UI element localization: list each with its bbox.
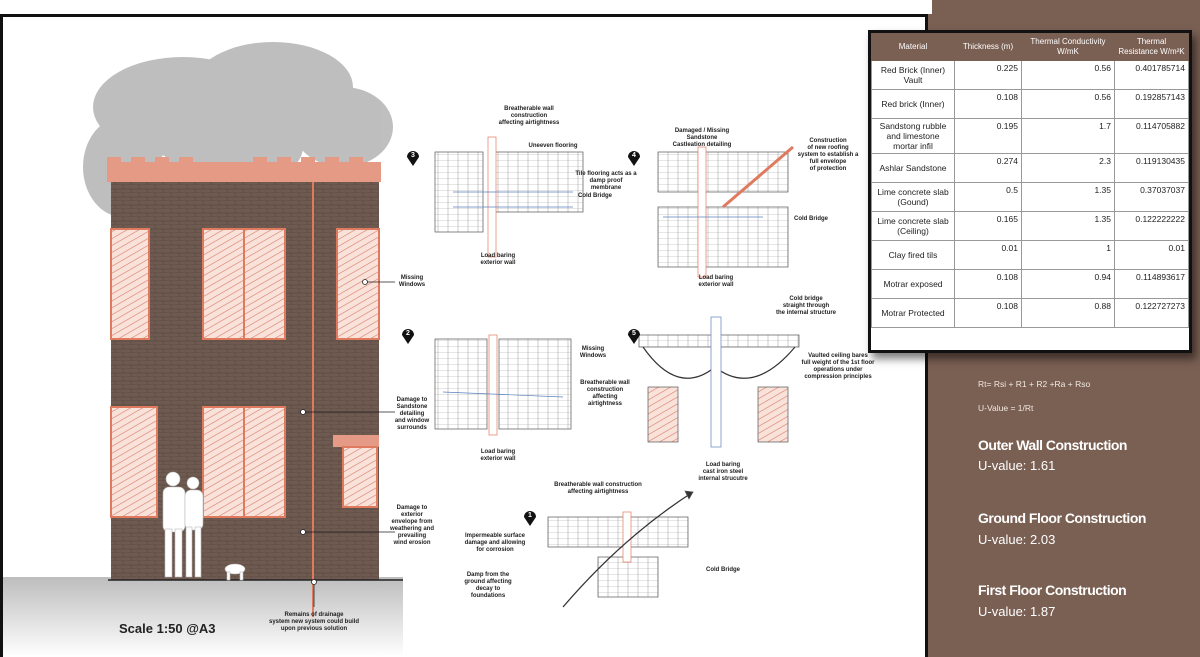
cell-material: Clay fired tils — [871, 240, 955, 270]
table-row: Clay fired tils 0.01 1 0.01 — [871, 240, 1189, 270]
building-elevation — [107, 157, 403, 617]
d2-missing: Missing Windows — [579, 346, 607, 359]
cell-thickness: 0.108 — [954, 298, 1022, 328]
cell-material: Motrar Protected — [871, 298, 955, 328]
formula-rt: Rt= Rsi + R1 + R2 +Ra + Rso — [978, 379, 1091, 389]
thermal-table: Material Thickness (m) Thermal Conductiv… — [868, 30, 1192, 353]
outer-wall-title: Outer Wall Construction — [978, 437, 1127, 453]
d1-breathable: Breatherable wall construction affecting… — [554, 482, 642, 495]
cell-resistance: 0.401785714 — [1114, 60, 1189, 90]
drawing-sheet: 3 4 2 5 1 Missing Windows Damage to Sand… — [0, 14, 928, 657]
th-material: Material — [871, 33, 955, 61]
marker-4-label: 4 — [632, 152, 636, 159]
d3-tile: Tile flooring acts as a damp proof membr… — [575, 171, 637, 191]
d4-damaged: Damaged / Missing Sandstone Castleation … — [672, 128, 732, 148]
cell-material: Lime concrete slab (Ceiling) — [871, 211, 955, 241]
callout-damage-envelope: Damage to exterior envelope from weather… — [389, 505, 434, 546]
detail-1-drawing — [547, 490, 694, 608]
d3-uneven: Uneeven flooring — [528, 143, 578, 149]
marker-1-label: 1 — [528, 512, 532, 519]
cell-resistance: 0.122727273 — [1114, 298, 1189, 328]
cell-material: Sandstong rubble and limestone mortar in… — [871, 118, 955, 154]
cell-thickness: 0.274 — [954, 153, 1022, 183]
materials-table: Material Thickness (m) Thermal Conductiv… — [871, 33, 1189, 328]
cell-resistance: 0.192857143 — [1114, 89, 1189, 119]
cell-thickness: 0.108 — [954, 269, 1022, 299]
table-row: Sandstong rubble and limestone mortar in… — [871, 118, 1189, 154]
d3-load: Load baring exterior wall — [480, 253, 516, 266]
cell-conductivity: 1.7 — [1021, 118, 1115, 154]
cell-thickness: 0.5 — [954, 182, 1022, 212]
table-row: Motrar Protected 0.108 0.88 0.122727273 — [871, 298, 1189, 328]
cell-conductivity: 0.88 — [1021, 298, 1115, 328]
cell-conductivity: 1 — [1021, 240, 1115, 270]
cell-thickness: 0.165 — [954, 211, 1022, 241]
cell-thickness: 0.108 — [954, 89, 1022, 119]
d1-cold: Cold Bridge — [706, 567, 740, 573]
d3-cold: Cold Bridge — [578, 193, 612, 199]
marker-2-label: 2 — [406, 330, 410, 337]
marker-3-label: 3 — [411, 152, 415, 159]
callout-damage-sandstone: Damage to Sandstone detailing and window… — [394, 397, 430, 431]
cell-resistance: 0.114893617 — [1114, 269, 1189, 299]
d2-breathable: Breatherable wall construction affecting… — [580, 380, 630, 407]
first-floor-value: U-value: 1.87 — [978, 604, 1056, 619]
cell-thickness: 0.225 — [954, 60, 1022, 90]
cell-material: Red Brick (Inner) Vault — [871, 60, 955, 90]
table-row: Red brick (Inner) 0.108 0.56 0.192857143 — [871, 89, 1189, 119]
panel-tab — [752, 0, 932, 14]
outer-wall-value: U-value: 1.61 — [978, 458, 1056, 473]
ground-floor-value: U-value: 2.03 — [978, 532, 1056, 547]
cell-conductivity: 2.3 — [1021, 153, 1115, 183]
detail-3-drawing — [434, 136, 584, 258]
d4-load: Load baring exterior wall — [698, 275, 734, 288]
table-row: Red Brick (Inner) Vault 0.225 0.56 0.401785… — [871, 60, 1189, 90]
d4-cold: Cold Bridge — [794, 216, 828, 222]
table-row: Ashlar Sandstone 0.274 2.3 0.119130435 — [871, 153, 1189, 183]
detail-5-drawing — [638, 316, 800, 448]
elevation-and-details-svg — [3, 42, 800, 657]
d1-impermeable: Impermeable surface damage and allowing … — [464, 533, 526, 553]
formula-u: U-Value = 1/Rt — [978, 403, 1034, 413]
th-resistance: Thermal Resistance W/m²K — [1114, 33, 1189, 61]
cell-resistance: 0.01 — [1114, 240, 1189, 270]
d5-load: Load baring cast iron steel internal str… — [698, 462, 748, 482]
cell-thickness: 0.01 — [954, 240, 1022, 270]
ground-floor-title: Ground Floor Construction — [978, 510, 1146, 526]
cell-resistance: 0.114705882 — [1114, 118, 1189, 154]
cell-conductivity: 0.56 — [1021, 89, 1115, 119]
d5-cold: Cold bridge straight through the interna… — [775, 296, 836, 316]
d5-vaulted: Vaulted ceiling bares full weight of the… — [801, 353, 875, 380]
cell-resistance: 0.119130435 — [1114, 153, 1189, 183]
first-floor-title: First Floor Construction — [978, 582, 1127, 598]
cell-conductivity: 1.35 — [1021, 211, 1115, 241]
callout-missing-windows: Missing Windows — [398, 275, 426, 288]
scale-label: Scale 1:50 @A3 — [119, 621, 216, 636]
d2-load: Load baring exterior wall — [480, 449, 516, 462]
d3-breathable: Breatherable wall construction affecting… — [498, 106, 560, 126]
d4-construction: Construction of new roofing system to es… — [797, 138, 859, 172]
detail-4-drawing — [657, 145, 794, 278]
cell-resistance: 0.122222222 — [1114, 211, 1189, 241]
table-row: Lime concrete slab (Gound) 0.5 1.35 0.37037… — [871, 182, 1189, 212]
cell-material: Motrar exposed — [871, 269, 955, 299]
marker-5-label: 5 — [632, 330, 636, 337]
cell-conductivity: 0.94 — [1021, 269, 1115, 299]
th-thickness: Thickness (m) — [954, 33, 1022, 61]
d1-damp: Damp from the ground affecting decay to … — [464, 572, 512, 599]
table-row: Motrar exposed 0.108 0.94 0.114893617 — [871, 269, 1189, 299]
cell-conductivity: 0.56 — [1021, 60, 1115, 90]
table-row: Lime concrete slab (Ceiling) 0.165 1.35 0.1… — [871, 211, 1189, 241]
detail-2-drawing — [434, 334, 572, 436]
cell-resistance: 0.37037037 — [1114, 182, 1189, 212]
th-conductivity: Thermal Conductivity W/mK — [1021, 33, 1115, 61]
cell-material: Ashlar Sandstone — [871, 153, 955, 183]
cell-conductivity: 1.35 — [1021, 182, 1115, 212]
cell-material: Lime concrete slab (Gound) — [871, 182, 955, 212]
callout-drainage: Remains of drainage system new system co… — [268, 612, 360, 632]
cell-material: Red brick (Inner) — [871, 89, 955, 119]
cell-thickness: 0.195 — [954, 118, 1022, 154]
